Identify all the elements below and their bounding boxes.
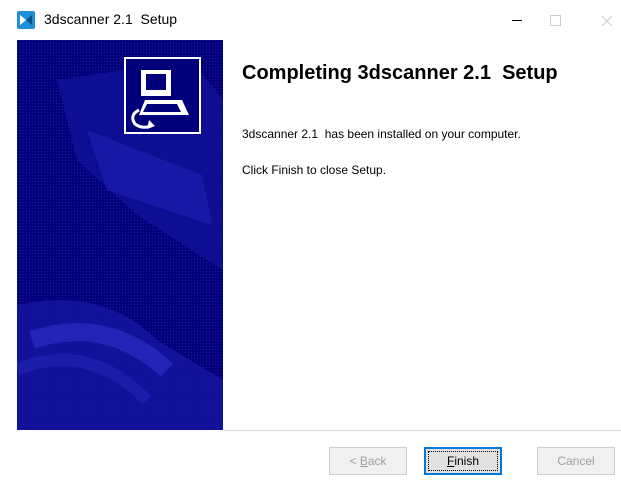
back-button-prefix: < <box>349 454 360 468</box>
focus-rectangle <box>428 451 498 471</box>
title-bar[interactable]: 3dscanner 2.1 Setup <box>0 0 621 40</box>
back-button-accel: B <box>359 454 368 468</box>
maximize-button[interactable] <box>540 0 586 40</box>
back-button-rest: ack <box>367 454 387 468</box>
finish-instruction: Click Finish to close Setup. <box>242 163 387 177</box>
side-panel-graphic <box>17 40 223 430</box>
close-icon <box>601 15 613 27</box>
cancel-button[interactable]: Cancel <box>537 447 615 475</box>
maximize-icon <box>550 15 561 26</box>
close-button[interactable] <box>583 0 621 40</box>
page-heading: Completing 3dscanner 2.1 Setup <box>242 62 558 84</box>
installer-icon <box>124 57 201 134</box>
installed-message: 3dscanner 2.1 has been installed on your… <box>242 127 521 141</box>
window-title: 3dscanner 2.1 Setup <box>44 11 178 27</box>
finish-button[interactable]: Finish <box>424 447 502 475</box>
wizard-side-image <box>17 40 223 430</box>
app-icon <box>17 11 35 29</box>
footer-divider <box>223 430 621 431</box>
back-button[interactable]: < Back <box>329 447 407 475</box>
setup-window: 3dscanner 2.1 Setup Completing 3dscanner… <box>0 0 621 482</box>
